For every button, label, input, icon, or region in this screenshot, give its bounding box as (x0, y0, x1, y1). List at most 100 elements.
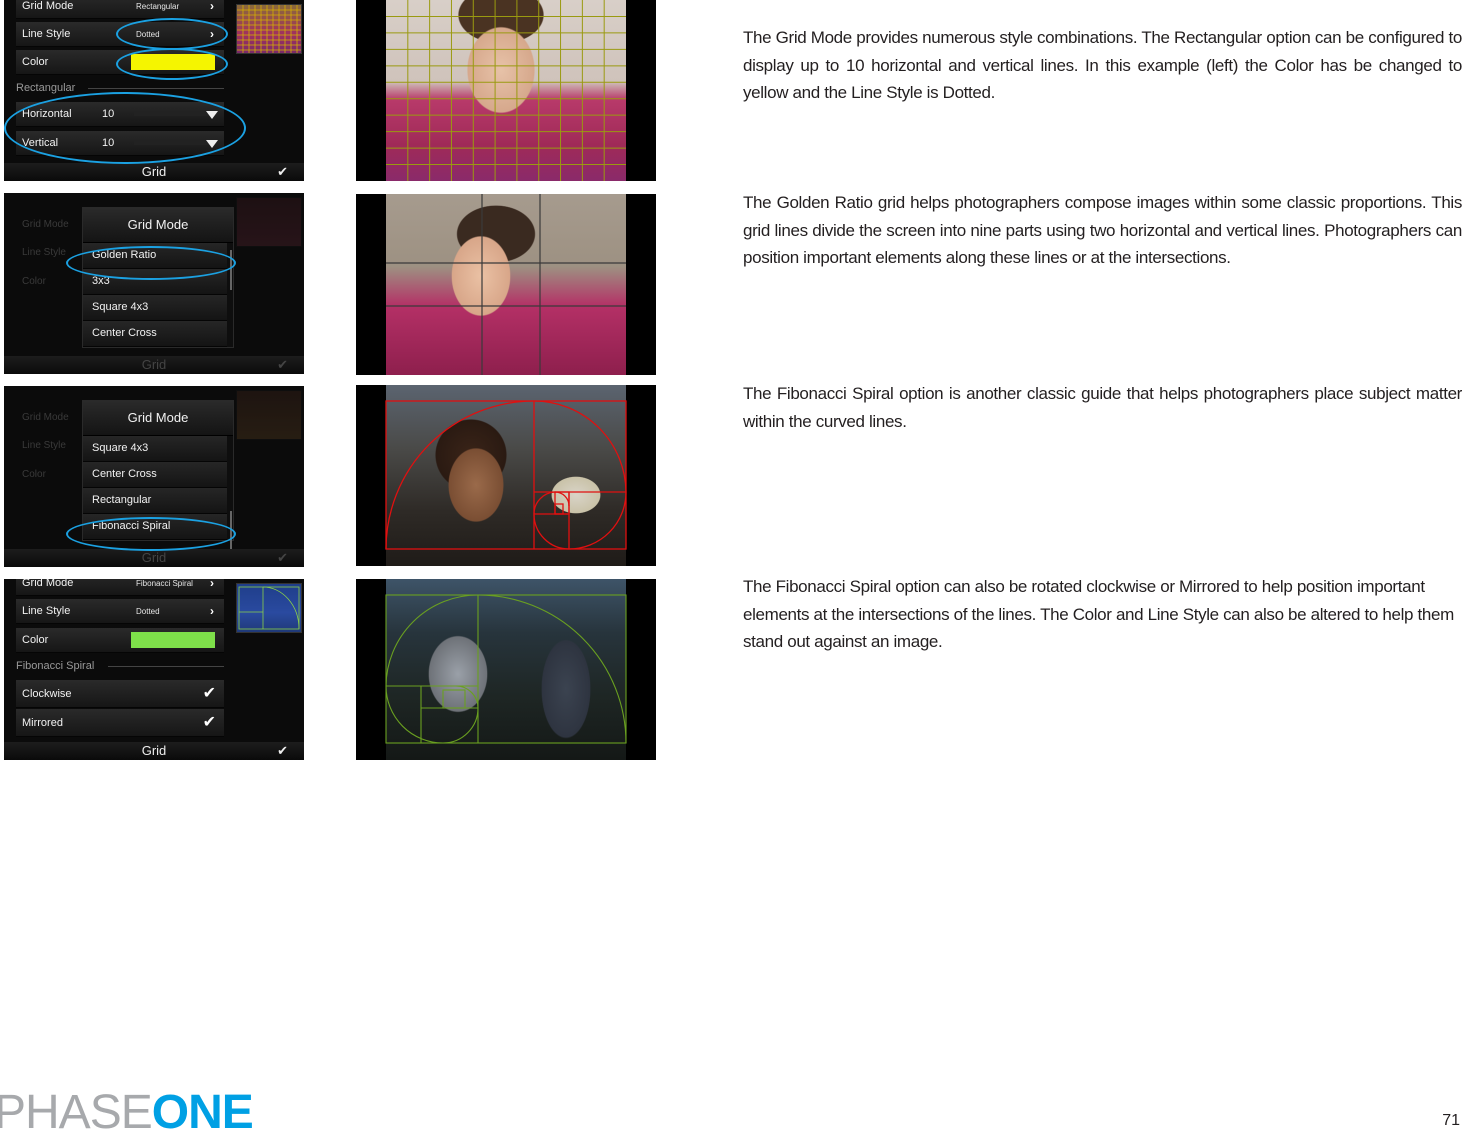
dim-menu-grid-mode: Grid Mode (22, 219, 69, 230)
preview-thumbnail (236, 197, 302, 247)
fib-small-rect (554, 491, 570, 515)
line-style-value: Dotted (136, 607, 160, 616)
option-3x3[interactable]: 3x3 (83, 269, 227, 295)
paragraph-rectangular: The Grid Mode provides numerous style co… (743, 28, 1462, 102)
confirm-check-icon[interactable]: ✔ (277, 356, 288, 374)
option-golden-ratio[interactable]: Golden Ratio (83, 243, 227, 269)
photo-rectangular-grid (356, 0, 656, 181)
color-label: Color (22, 634, 49, 646)
preview-thumbnail (236, 390, 302, 440)
dropdown-triangle-icon[interactable] (206, 111, 218, 119)
photo-fibonacci-spiral-mirrored (356, 579, 656, 760)
photo-fibonacci-spiral (356, 385, 656, 566)
photo-golden-ratio-grid (356, 194, 656, 375)
logo-one: ONE (151, 1086, 254, 1139)
paragraph-fibonacci: The Fibonacci Spiral option is another c… (743, 384, 1462, 431)
footer-title: Grid (141, 164, 167, 179)
camera-ui-grid-mode-popup-golden: Grid Mode Line Style Color Grid Mode Gol… (4, 193, 304, 374)
page-number: 71 (1442, 1112, 1460, 1129)
color-swatch-green[interactable] (131, 632, 215, 648)
dropdown-triangle-icon[interactable] (206, 140, 218, 148)
popup-title: Grid Mode (83, 401, 233, 436)
vertical-row[interactable]: Vertical 10 (16, 131, 224, 156)
horizontal-value: 10 (102, 108, 115, 120)
phase-one-logo: PHASEONE (0, 1086, 254, 1139)
dim-menu-line-style: Line Style (22, 247, 66, 258)
mirrored-label: Mirrored (22, 717, 63, 729)
line-style-label: Line Style (22, 605, 71, 617)
chevron-right-icon: › (210, 579, 214, 590)
vertical-slider[interactable] (134, 141, 214, 145)
option-center-cross[interactable]: Center Cross (83, 462, 227, 488)
section-header-fibonacci: Fibonacci Spiral (16, 658, 224, 674)
clockwise-check-icon[interactable]: ✔ (203, 680, 216, 708)
paragraph-golden-ratio: The Golden Ratio grid helps photographer… (743, 193, 1462, 267)
line-style-label: Line Style (22, 28, 71, 40)
dim-menu-color: Color (22, 469, 46, 480)
grid-footer-bar: Grid ✔ (4, 742, 304, 760)
grid-mode-popup: Grid Mode Golden Ratio 3x3 Square 4x3 Ce… (82, 207, 234, 348)
fib-outer-rect (385, 594, 627, 744)
grid-footer-bar: Grid ✔ (4, 163, 304, 181)
grid-mode-label: Grid Mode (22, 0, 74, 12)
line-style-row[interactable]: Line Style Dotted › (16, 22, 224, 47)
camera-ui-grid-mode-popup-fibonacci: Grid Mode Line Style Color Grid Mode Squ… (4, 386, 304, 567)
logo-phase: PHASE (0, 1086, 153, 1139)
color-swatch-yellow[interactable] (131, 54, 215, 70)
preview-thumbnail (236, 583, 302, 633)
clockwise-label: Clockwise (22, 688, 72, 700)
color-row[interactable]: Color (16, 628, 224, 653)
mirrored-row[interactable]: Mirrored ✔ (16, 709, 224, 737)
confirm-check-icon[interactable]: ✔ (277, 549, 288, 567)
grid-footer-bar: Grid ✔ (4, 549, 304, 567)
option-square-4x3[interactable]: Square 4x3 (83, 295, 227, 321)
line-style-value: Dotted (136, 30, 160, 39)
color-row[interactable]: Color (16, 50, 224, 75)
grid-mode-row[interactable]: Grid Mode Rectangular › (16, 0, 224, 19)
option-center-cross[interactable]: Center Cross (83, 321, 227, 347)
rectangular-grid-overlay (386, 0, 626, 181)
dim-menu-line-style: Line Style (22, 440, 66, 451)
option-fibonacci-spiral[interactable]: Fibonacci Spiral (83, 514, 227, 540)
line-style-row[interactable]: Line Style Dotted › (16, 599, 224, 624)
fib-tiny-rect (554, 503, 564, 515)
horizontal-slider[interactable] (134, 112, 214, 116)
color-label: Color (22, 56, 49, 68)
footer-title: Grid (141, 550, 167, 565)
grid-mode-label: Grid Mode (22, 579, 74, 589)
mirrored-check-icon[interactable]: ✔ (203, 709, 216, 737)
paragraph-fibonacci-rotate: The Fibonacci Spiral option can also be … (743, 577, 1454, 651)
footer-title: Grid (141, 357, 167, 372)
thumbnail-grid-overlay (237, 5, 301, 53)
fib-small-rect (442, 689, 466, 709)
fib-spiral-arc (385, 400, 627, 550)
footer-title: Grid (141, 743, 167, 758)
section-header-rectangular: Rectangular (16, 80, 224, 96)
fib-outer-rect (385, 400, 627, 550)
thumbnail-spiral-overlay (238, 586, 300, 630)
confirm-check-icon[interactable]: ✔ (277, 742, 288, 760)
clockwise-row[interactable]: Clockwise ✔ (16, 680, 224, 708)
confirm-check-icon[interactable]: ✔ (277, 163, 288, 181)
chevron-right-icon: › (210, 604, 214, 618)
horizontal-row[interactable]: Horizontal 10 (16, 102, 224, 127)
dim-menu-color: Color (22, 276, 46, 287)
camera-ui-fibonacci-settings: Grid Mode Fibonacci Spiral › Line Style … (4, 579, 304, 760)
golden-ratio-grid-overlay (386, 194, 626, 375)
chevron-right-icon: › (210, 27, 214, 41)
fibonacci-spiral-overlay-red (385, 400, 627, 550)
grid-mode-row[interactable]: Grid Mode Fibonacci Spiral › (16, 579, 224, 596)
vertical-label: Vertical (22, 137, 59, 149)
camera-ui-rectangular-settings: Grid Mode Rectangular › Line Style Dotte… (4, 0, 304, 181)
option-square-4x3[interactable]: Square 4x3 (83, 436, 227, 462)
preview-thumbnail (236, 4, 302, 54)
grid-mode-popup: Grid Mode Square 4x3 Center Cross Rectan… (82, 400, 234, 551)
vertical-value: 10 (102, 137, 115, 149)
popup-scrollbar[interactable] (230, 511, 232, 551)
option-rectangular[interactable]: Rectangular (83, 488, 227, 514)
popup-scrollbar[interactable] (230, 250, 232, 290)
chevron-right-icon: › (210, 0, 214, 13)
popup-title: Grid Mode (83, 208, 233, 243)
grid-mode-value: Rectangular (136, 2, 180, 11)
grid-footer-bar: Grid ✔ (4, 356, 304, 374)
